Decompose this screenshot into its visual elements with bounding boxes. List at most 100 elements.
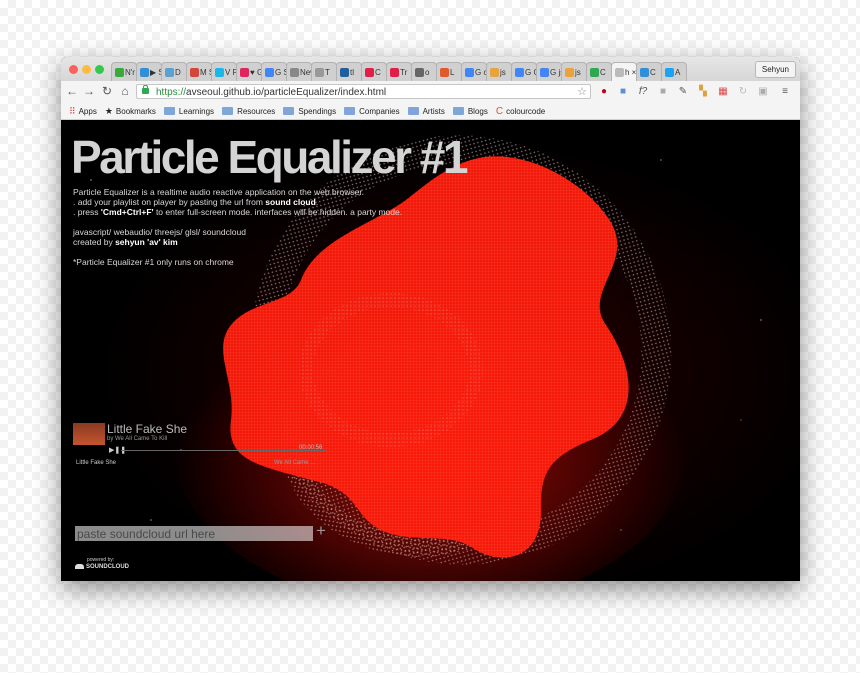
track-time: 00:00:56 [299,445,323,451]
bookmark-bookmarks[interactable]: ★ Bookmarks [105,106,156,117]
apps-grid-icon: ⠿ [69,105,76,116]
page-title: Particle Equalizer #1 [71,131,468,183]
description-line: . add your playlist on player by pasting… [73,197,319,207]
progress-bar[interactable] [121,450,326,451]
chrome-note: *Particle Equalizer #1 only runs on chro… [73,257,234,267]
profile-button[interactable]: Sehyun [754,61,796,78]
bookmark-apps[interactable]: ⠿ Apps [69,106,97,117]
bookmark-star-icon[interactable]: ☆ [577,85,587,100]
menu-icon[interactable]: ≡ [779,85,791,98]
favicon-icon [365,67,374,77]
minimize-window-button[interactable] [82,65,91,74]
address-bar[interactable]: https://avseoul.github.io/particleEquali… [136,84,591,99]
browser-tab[interactable]: C [586,62,612,81]
browser-tab[interactable]: A [661,62,687,81]
back-arrow-icon[interactable]: ← [65,84,79,99]
refresh-ext-icon[interactable]: ↻ [737,85,749,98]
playlist-item[interactable]: We All Came ... [274,460,315,466]
credits: created by sehyun 'av' kim [73,237,178,247]
eyedropper-icon[interactable]: ✎ [677,85,689,98]
description-line: . press 'Cmd+Ctrl+F' to enter full-scree… [73,207,403,217]
add-track-button[interactable]: + [316,521,326,541]
browser-tab[interactable]: ▶ S [136,62,162,81]
favicon-icon [340,67,349,77]
browser-tab[interactable]: G js [536,62,562,81]
favicon-icon [215,67,224,77]
bookmark-folder-companies[interactable]: Companies [344,107,400,116]
bookmark-folder-learnings[interactable]: Learnings [163,107,214,116]
lock-icon [142,85,149,94]
browser-tab[interactable]: ♥ G [236,62,262,81]
formula-icon[interactable]: f? [637,85,649,98]
soundcloud-logo[interactable]: SOUNDCLOUD [75,564,129,570]
bookmark-folder-spendings[interactable]: Spendings [283,107,336,116]
folder-icon [452,107,464,115]
browser-tab[interactable]: C [636,62,662,81]
bookmarks-bar: ⠿ Apps ★ Bookmarks Learnings Resources Spe… [61,103,800,120]
favicon-icon [540,67,549,77]
box-ext-icon[interactable]: ▣ [757,85,769,98]
favicon-icon [440,67,449,77]
description-line: Particle Equalizer is a realtime audio r… [73,187,365,197]
playlist-item[interactable]: Little Fake She [76,460,116,466]
browser-tab[interactable]: New [286,62,312,81]
browser-tab[interactable]: T [311,62,337,81]
tab-label: h × [625,67,637,77]
tab-label: L [450,67,455,77]
home-icon[interactable]: ⌂ [118,84,132,99]
tab-label: D [175,67,181,77]
browser-tab[interactable]: C [361,62,387,81]
tab-list: N'r▶ S D M SV P♥ GG SNew Ttl C Tr o L G c js G CG … [111,62,687,81]
favicon-icon [190,67,199,77]
bookmark-folder-blogs[interactable]: Blogs [452,107,488,116]
bookmark-folder-artists[interactable]: Artists [407,107,445,116]
browser-tab[interactable]: js [486,62,512,81]
soundcloud-url-input[interactable] [75,526,313,541]
maximize-window-button[interactable] [95,65,104,74]
browser-tab[interactable]: L [436,62,462,81]
powered-by-label: powered by: [87,557,115,563]
browser-tab[interactable]: js [561,62,587,81]
bookmark-colourcode[interactable]: Ccolourcode [496,106,545,117]
extension-grey-icon[interactable]: ■ [657,85,669,98]
bookmark-folder-resources[interactable]: Resources [222,107,275,116]
favicon-icon [465,67,474,77]
favicon-icon [415,67,424,77]
calendar-icon[interactable]: ▦ [717,85,729,98]
favicon-icon [590,67,599,77]
favicon-icon [165,67,174,77]
browser-tab[interactable]: M S [186,62,212,81]
track-title: Little Fake She [107,422,188,436]
star-icon: ★ [104,105,113,116]
ruler-icon[interactable]: ▚ [697,85,709,98]
favicon-icon [640,67,649,77]
forward-arrow-icon[interactable]: → [82,84,96,99]
browser-tab[interactable]: G S [261,62,287,81]
pinterest-icon[interactable]: ● [598,85,610,98]
toolbar: ← → ↻ ⌂ https://avseoul.github.io/partic… [61,81,800,103]
browser-tab[interactable]: o [411,62,437,81]
browser-tab[interactable]: G C [511,62,537,81]
extension-icon[interactable]: ■ [617,85,629,98]
cloud-icon [75,564,84,569]
browser-tab[interactable]: tl [336,62,362,81]
browser-tab[interactable]: N'r [111,62,137,81]
url-scheme: https:// [156,87,187,98]
favicon-icon [390,67,399,77]
tab-label: N'r [125,67,135,77]
tab-label: js [500,67,506,77]
browser-tab[interactable]: h × [611,62,637,81]
folder-icon [407,107,419,115]
browser-window: N'r▶ S D M SV P♥ GG SNew Ttl C Tr o L G c js G CG … [61,57,800,581]
close-window-button[interactable] [69,65,78,74]
browser-tab[interactable]: V P [211,62,237,81]
browser-tab[interactable]: Tr [386,62,412,81]
browser-tab[interactable]: D [161,62,187,81]
favicon-icon [315,67,324,77]
page-content: Particle Equalizer #1 Particle Equalizer… [61,120,800,581]
reload-icon[interactable]: ↻ [100,84,114,99]
favicon-icon [265,67,274,77]
tab-label: T [325,67,330,77]
browser-tab[interactable]: G c [461,62,487,81]
tab-label: tl [350,67,354,77]
